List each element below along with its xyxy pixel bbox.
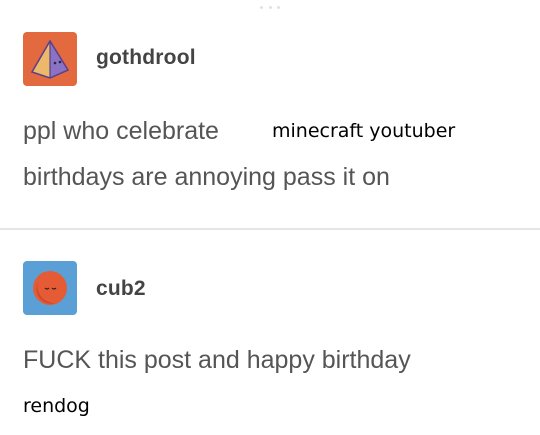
username[interactable]: cub2: [96, 277, 146, 301]
edited-overlay-text: rendog: [23, 395, 90, 417]
edited-overlay-text: minecraft youtuber: [272, 120, 456, 142]
avatar[interactable]: [23, 261, 77, 315]
post-cub2: cub2 FUCK this post and happy birthday r…: [0, 230, 540, 435]
sleepy-face-icon: [33, 271, 67, 305]
post-gothdrool: gothdrool ppl who celebrate minecraft yo…: [0, 0, 540, 228]
post-text-line: FUCK this post and happy birthday: [23, 346, 411, 374]
post-text-line: ppl who celebrate: [23, 117, 219, 145]
avatar[interactable]: [23, 32, 77, 86]
username[interactable]: gothdrool: [96, 46, 196, 70]
post-text-line: birthdays are annoying pass it on: [23, 163, 390, 191]
pyramid-icon: [30, 39, 70, 79]
